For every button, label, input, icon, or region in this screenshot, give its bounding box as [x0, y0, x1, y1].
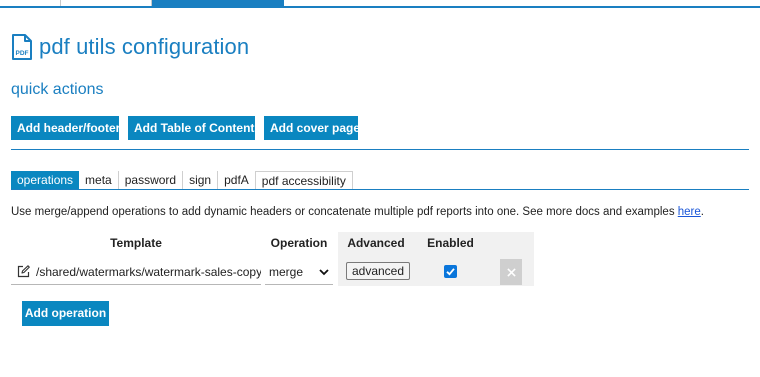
advanced-button[interactable]: advanced [346, 262, 410, 280]
column-header-template: Template [110, 236, 162, 250]
template-path: /shared/watermarks/watermark-sales-copy [36, 264, 261, 279]
quick-actions-heading: quick actions [11, 81, 104, 98]
add-cover-page-button[interactable]: Add cover page [264, 116, 360, 140]
description-suffix: . [700, 206, 704, 218]
docs-link[interactable]: here [678, 206, 701, 218]
remove-operation-button[interactable] [500, 259, 522, 285]
tab-pdfa[interactable]: pdfA [218, 171, 256, 190]
top-tab-strip [0, 0, 760, 8]
operation-value: merge [269, 264, 304, 279]
add-operation-button[interactable]: Add operation [22, 301, 109, 326]
close-icon [506, 267, 516, 277]
section-divider [11, 149, 749, 150]
page-header: PDF pdf utils configuration [11, 34, 249, 60]
checkmark-icon [446, 268, 455, 276]
column-header-advanced: Advanced [347, 236, 405, 250]
add-header-footer-button[interactable]: Add header/footer [11, 116, 120, 140]
template-path-field[interactable]: /shared/watermarks/watermark-sales-copy [11, 259, 261, 285]
page-title: pdf utils configuration [39, 34, 250, 59]
config-tabs: operations meta password sign pdfA pdf a… [11, 171, 353, 190]
enabled-checkbox[interactable] [444, 265, 457, 278]
tab-operations[interactable]: operations [11, 171, 80, 190]
tab-meta[interactable]: meta [79, 171, 119, 190]
operation-select[interactable]: merge [265, 259, 333, 285]
tabs-underline [11, 189, 749, 190]
svg-text:PDF: PDF [16, 50, 29, 57]
chevron-down-icon [319, 268, 329, 275]
operations-description: Use merge/append operations to add dynam… [11, 206, 704, 218]
tab-sign[interactable]: sign [183, 171, 219, 190]
pdf-file-icon: PDF [12, 34, 32, 60]
description-text: Use merge/append operations to add dynam… [11, 206, 678, 218]
add-table-of-contents-button[interactable]: Add Table of Contents [128, 116, 261, 140]
edit-icon[interactable] [17, 265, 30, 278]
quick-actions-toolbar: Add header/footer Add Table of Contents … [11, 116, 360, 140]
tab-password[interactable]: password [118, 171, 184, 190]
column-header-enabled: Enabled [427, 236, 474, 250]
top-tab-underline [0, 6, 760, 8]
tab-pdf-accessibility[interactable]: pdf accessibility [255, 171, 353, 190]
column-header-operation: Operation [270, 236, 328, 250]
